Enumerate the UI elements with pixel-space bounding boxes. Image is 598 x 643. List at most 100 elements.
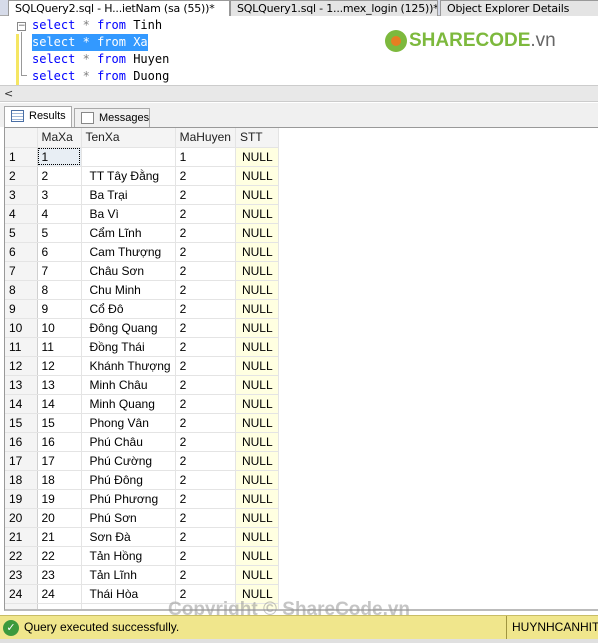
cell-stt[interactable]: NULL xyxy=(235,451,279,471)
row-number[interactable]: 22 xyxy=(5,546,38,566)
cell-stt[interactable]: NULL xyxy=(235,356,279,376)
cell-tenxa[interactable]: Đồng Thái xyxy=(81,337,176,357)
cell-stt[interactable]: NULL xyxy=(235,470,279,490)
cell-mahuyen[interactable]: 2 xyxy=(175,166,236,186)
cell-maxa[interactable]: 17 xyxy=(37,451,82,471)
cell-maxa[interactable]: 23 xyxy=(37,565,82,585)
table-row[interactable]: 18 18 Phú Đông 2 NULL xyxy=(5,470,279,490)
table-row[interactable]: 15 15 Phong Vân 2 NULL xyxy=(5,413,279,433)
table-row[interactable]: 8 8 Chu Minh 2 NULL xyxy=(5,280,279,300)
table-row[interactable]: 19 19 Phú Phương 2 NULL xyxy=(5,489,279,509)
cell-mahuyen[interactable]: 2 xyxy=(175,318,236,338)
table-row[interactable]: 9 9 Cổ Đô 2 NULL xyxy=(5,299,279,319)
row-number[interactable]: 10 xyxy=(5,318,38,338)
row-number[interactable]: 19 xyxy=(5,489,38,509)
cell-tenxa[interactable]: Đông Quang xyxy=(81,318,176,338)
cell-mahuyen[interactable]: 2 xyxy=(175,508,236,528)
cell-mahuyen[interactable]: 2 xyxy=(175,394,236,414)
cell-stt[interactable]: NULL xyxy=(235,432,279,452)
table-row[interactable]: 5 5 Cẩm Lĩnh 2 NULL xyxy=(5,223,279,243)
table-row[interactable]: 17 17 Phú Cường 2 NULL xyxy=(5,451,279,471)
row-number[interactable]: 7 xyxy=(5,261,38,281)
cell-stt[interactable]: NULL xyxy=(235,147,279,167)
row-number[interactable]: 12 xyxy=(5,356,38,376)
table-row[interactable]: 4 4 Ba Vì 2 NULL xyxy=(5,204,279,224)
cell-maxa[interactable]: 22 xyxy=(37,546,82,566)
cell-mahuyen[interactable]: 2 xyxy=(175,280,236,300)
cell-maxa[interactable]: 19 xyxy=(37,489,82,509)
cell-maxa[interactable]: 20 xyxy=(37,508,82,528)
cell-tenxa[interactable]: Tản Lĩnh xyxy=(81,565,176,585)
row-number[interactable]: 21 xyxy=(5,527,38,547)
cell-tenxa[interactable]: Ba Trại xyxy=(81,185,176,205)
cell-maxa[interactable]: 2 xyxy=(37,166,82,186)
cell-stt[interactable]: NULL xyxy=(235,565,279,585)
cell-stt[interactable]: NULL xyxy=(235,489,279,509)
column-header-mahuyen[interactable]: MaHuyen xyxy=(175,128,236,148)
row-number[interactable]: 4 xyxy=(5,204,38,224)
column-header-tenxa[interactable]: TenXa xyxy=(81,128,176,148)
query-editor[interactable]: − select * from Tinh select * from Xa sele… xyxy=(0,16,598,99)
table-row[interactable]: 7 7 Châu Sơn 2 NULL xyxy=(5,261,279,281)
cell-maxa[interactable]: 13 xyxy=(37,375,82,395)
cell-tenxa[interactable]: Châu Sơn xyxy=(81,261,176,281)
cell-tenxa[interactable]: Phú Sơn xyxy=(81,508,176,528)
cell-tenxa[interactable]: Khánh Thượng xyxy=(81,356,176,376)
cell-mahuyen[interactable]: 2 xyxy=(175,204,236,224)
tab-object-explorer-details[interactable]: Object Explorer Details xyxy=(440,0,598,16)
code-line[interactable]: select * from Xa xyxy=(32,34,148,51)
cell-stt[interactable]: NULL xyxy=(235,299,279,319)
row-number[interactable]: 14 xyxy=(5,394,38,414)
cell-tenxa[interactable]: TT Tây Đằng xyxy=(81,166,176,186)
cell-mahuyen[interactable]: 2 xyxy=(175,451,236,471)
cell-stt[interactable]: NULL xyxy=(235,375,279,395)
code-line[interactable]: select * from Tinh xyxy=(32,17,162,34)
cell-stt[interactable]: NULL xyxy=(235,204,279,224)
cell-stt[interactable]: NULL xyxy=(235,413,279,433)
cell-tenxa[interactable]: Minh Quang xyxy=(81,394,176,414)
row-number[interactable]: 6 xyxy=(5,242,38,262)
row-number[interactable]: 3 xyxy=(5,185,38,205)
cell-maxa[interactable]: 16 xyxy=(37,432,82,452)
tab-sqlquery2[interactable]: SQLQuery2.sql - H...ietNam (sa (55))* xyxy=(8,0,230,16)
table-row[interactable]: 1 1 1 NULL xyxy=(5,147,279,167)
cell-mahuyen[interactable]: 2 xyxy=(175,223,236,243)
cell-mahuyen[interactable]: 2 xyxy=(175,413,236,433)
cell-maxa[interactable]: 11 xyxy=(37,337,82,357)
code-line[interactable]: select * from Duong xyxy=(32,68,169,85)
cell-tenxa[interactable]: Cổ Đô xyxy=(81,299,176,319)
cell-tenxa[interactable]: Phong Vân xyxy=(81,413,176,433)
table-row[interactable]: 14 14 Minh Quang 2 NULL xyxy=(5,394,279,414)
cell-maxa[interactable]: 10 xyxy=(37,318,82,338)
cell-stt[interactable]: NULL xyxy=(235,527,279,547)
table-row[interactable]: 11 11 Đồng Thái 2 NULL xyxy=(5,337,279,357)
cell-stt[interactable]: NULL xyxy=(235,242,279,262)
cell-tenxa[interactable]: Phú Đông xyxy=(81,470,176,490)
cell-tenxa[interactable]: Cẩm Lĩnh xyxy=(81,223,176,243)
table-row[interactable]: 13 13 Minh Châu 2 NULL xyxy=(5,375,279,395)
row-number[interactable]: 2 xyxy=(5,166,38,186)
cell-tenxa[interactable]: Phú Cường xyxy=(81,451,176,471)
cell-mahuyen[interactable]: 2 xyxy=(175,242,236,262)
cell-maxa[interactable]: 1 xyxy=(37,147,82,167)
cell-tenxa[interactable]: Ba Vì xyxy=(81,204,176,224)
cell-mahuyen[interactable]: 2 xyxy=(175,470,236,490)
row-number[interactable]: 5 xyxy=(5,223,38,243)
cell-mahuyen[interactable]: 2 xyxy=(175,356,236,376)
cell-maxa[interactable]: 18 xyxy=(37,470,82,490)
row-number[interactable]: 15 xyxy=(5,413,38,433)
row-number[interactable]: 23 xyxy=(5,565,38,585)
cell-maxa[interactable]: 15 xyxy=(37,413,82,433)
row-number[interactable]: 1 xyxy=(5,147,38,167)
tab-sqlquery1[interactable]: SQLQuery1.sql - 1...mex_login (125))* xyxy=(230,0,438,16)
cell-mahuyen[interactable]: 2 xyxy=(175,261,236,281)
table-row[interactable]: 16 16 Phú Châu 2 NULL xyxy=(5,432,279,452)
cell-maxa[interactable]: 3 xyxy=(37,185,82,205)
collapse-icon[interactable]: − xyxy=(17,22,26,31)
cell-tenxa[interactable]: Thái Hòa xyxy=(81,584,176,604)
cell-tenxa[interactable] xyxy=(81,147,176,167)
cell-stt[interactable]: NULL xyxy=(235,546,279,566)
cell-stt[interactable]: NULL xyxy=(235,508,279,528)
table-row[interactable]: 20 20 Phú Sơn 2 NULL xyxy=(5,508,279,528)
horizontal-scrollbar[interactable]: < xyxy=(0,85,598,102)
